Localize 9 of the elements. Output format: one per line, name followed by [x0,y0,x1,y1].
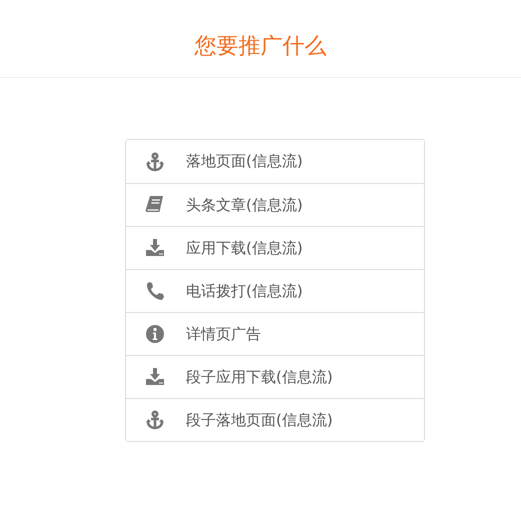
download-icon [145,367,165,387]
option-item[interactable]: 段子落地页面(信息流) [126,398,424,441]
phone-icon [145,281,165,301]
anchor-icon [145,410,165,430]
anchor-icon [145,152,165,172]
page-title: 您要推广什么 [194,33,328,61]
download-icon [145,238,165,258]
info-icon [145,324,165,344]
book-icon [145,195,165,215]
